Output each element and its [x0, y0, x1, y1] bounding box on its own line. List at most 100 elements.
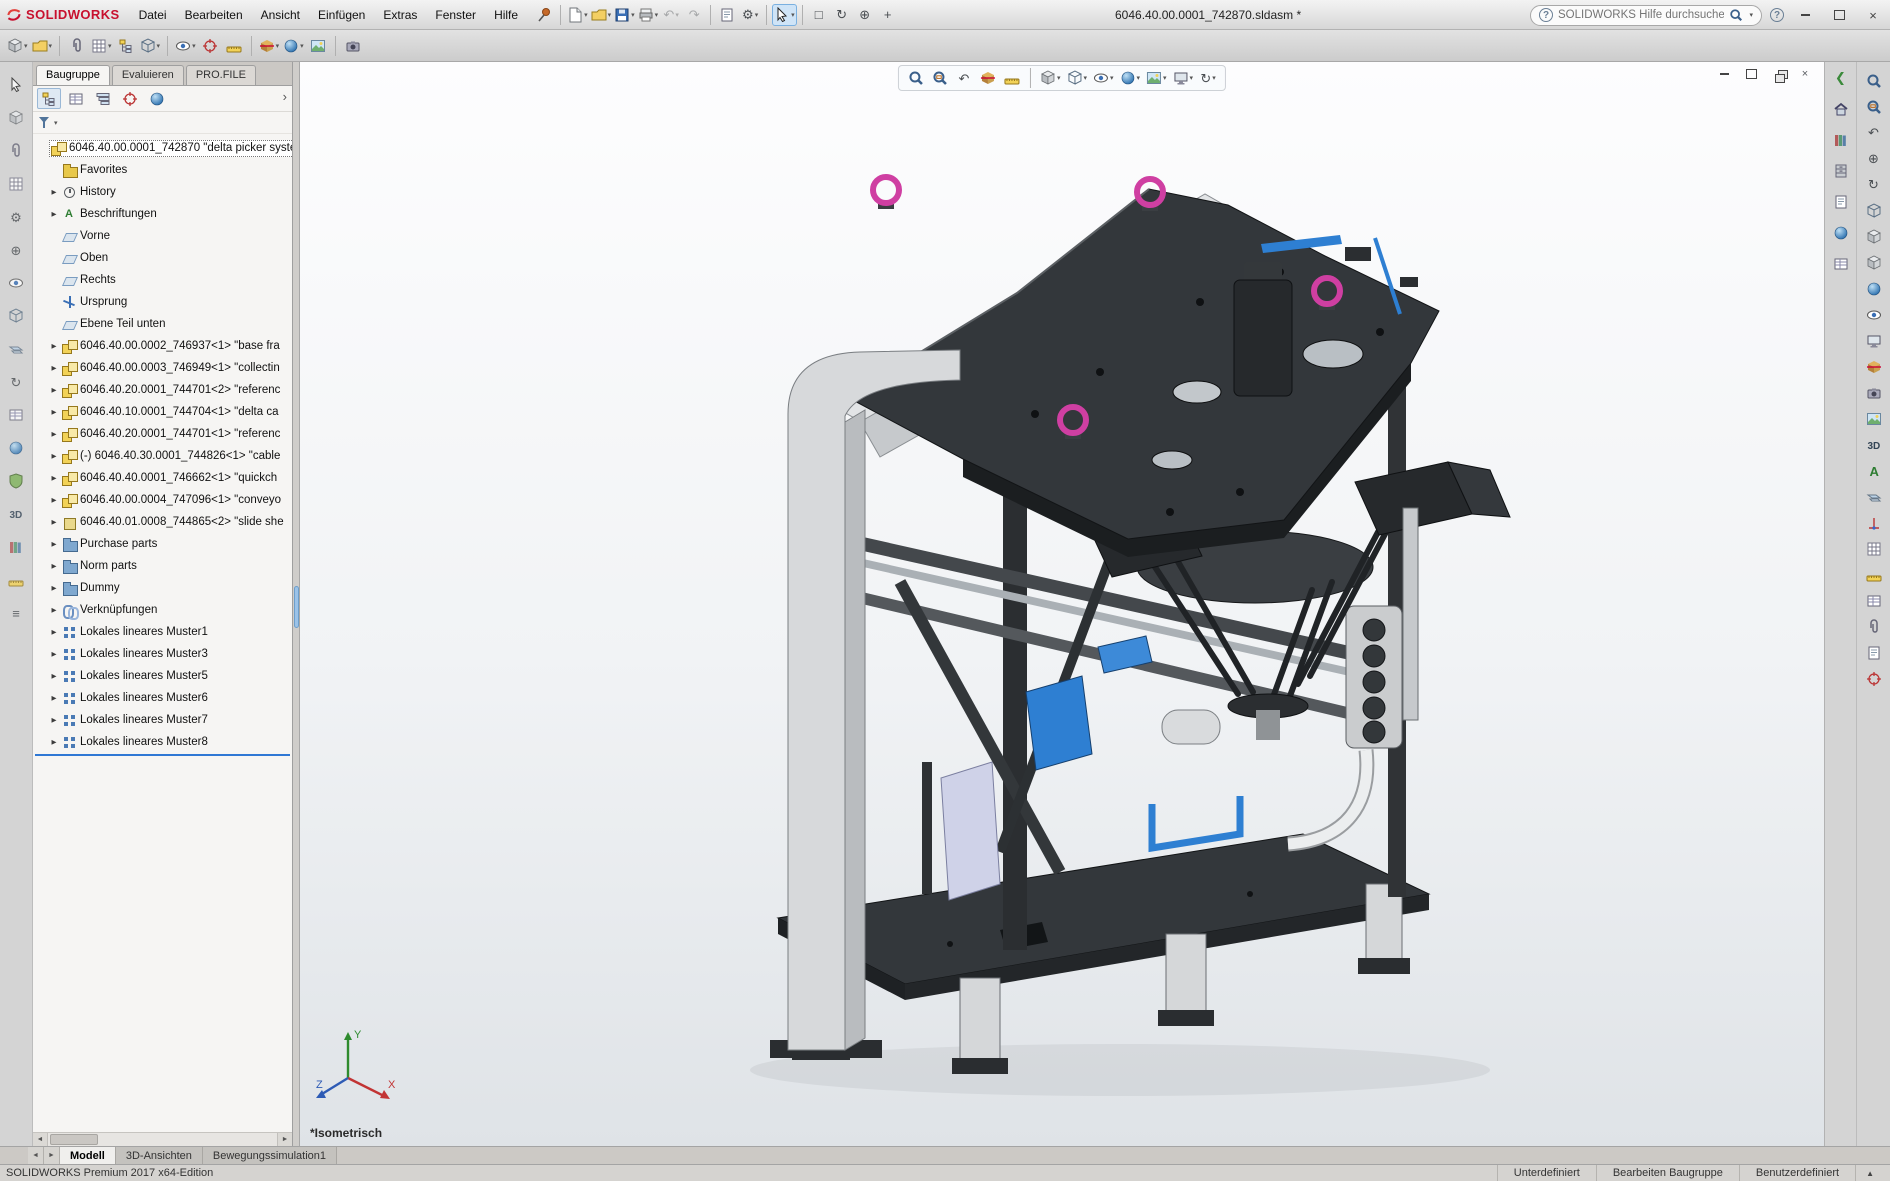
tab-evaluieren[interactable]: Evaluieren: [112, 65, 184, 85]
rt-zoom-area-button[interactable]: [1863, 96, 1884, 117]
search-icon[interactable]: [1729, 8, 1743, 22]
model-base-table[interactable]: [778, 834, 1429, 1000]
collision-check-button[interactable]: [5, 536, 27, 558]
select-tool-button[interactable]: [5, 74, 27, 96]
expand-arrow-icon[interactable]: ▶: [49, 496, 59, 504]
undo-button[interactable]: ↶▾: [660, 4, 682, 26]
chevron-down-icon[interactable]: ▾: [608, 11, 612, 19]
move-component-button[interactable]: ⊕: [5, 239, 27, 261]
rt-previous-view-button[interactable]: ↶: [1863, 122, 1884, 143]
chevron-down-icon[interactable]: ▾: [1212, 74, 1216, 82]
tree-item[interactable]: ▶Verknüpfungen: [33, 599, 292, 621]
tab-modell[interactable]: Modell: [60, 1147, 116, 1164]
menu-einfuegen[interactable]: Einfügen: [309, 4, 374, 26]
expand-arrow-icon[interactable]: ▶: [49, 342, 59, 350]
measure-tool-button[interactable]: [5, 569, 27, 591]
reference-geometry-button[interactable]: [5, 338, 27, 360]
expand-arrow-icon[interactable]: ▶: [49, 738, 59, 746]
motion-study-button[interactable]: ↻: [5, 371, 27, 393]
file-properties-button[interactable]: [716, 4, 738, 26]
rt-shadows-button[interactable]: [1863, 304, 1884, 325]
snapshot-button[interactable]: [342, 35, 364, 57]
chevron-down-icon[interactable]: ▾: [54, 119, 58, 127]
mate-button[interactable]: [5, 140, 27, 162]
expand-arrow-icon[interactable]: ▶: [49, 584, 59, 592]
rt-3d-view-button[interactable]: [1863, 434, 1884, 455]
expand-arrow-icon[interactable]: ▶: [49, 716, 59, 724]
rt-hidden-lines-button[interactable]: [1863, 226, 1884, 247]
display-style-button[interactable]: ▾: [1065, 68, 1088, 88]
chevron-down-icon[interactable]: ▾: [1190, 74, 1194, 82]
tree-item[interactable]: ▶Lokales lineares Muster1: [33, 621, 292, 643]
expand-arrow-icon[interactable]: ▶: [49, 650, 59, 658]
close-button[interactable]: ×: [1860, 5, 1886, 25]
view-palette-tab[interactable]: [1830, 191, 1851, 212]
expand-arrow-icon[interactable]: ▶: [49, 562, 59, 570]
box-zoom-button[interactable]: □: [808, 4, 830, 26]
component-tree-button[interactable]: [115, 35, 137, 57]
measure-hud-button[interactable]: [1002, 68, 1022, 88]
expand-arrow-icon[interactable]: ▶: [49, 540, 59, 548]
help-button[interactable]: ?: [1770, 8, 1784, 22]
tab-scroll-left-icon[interactable]: ◄: [28, 1147, 44, 1164]
expand-arrow-icon[interactable]: ▶: [49, 210, 59, 218]
model-roller[interactable]: [1162, 710, 1220, 744]
expand-arrow-icon[interactable]: ▶: [49, 364, 59, 372]
rt-wireframe-button[interactable]: [1863, 200, 1884, 221]
tree-item[interactable]: ▶6046.40.10.0001_744704<1> "delta ca: [33, 401, 292, 423]
tree-horizontal-scrollbar[interactable]: ◄ ►: [33, 1132, 292, 1146]
rotate-view-hud-button[interactable]: ↻▾: [1198, 68, 1218, 88]
chevron-down-icon[interactable]: ▾: [1137, 74, 1141, 82]
appearances-scenes-tab[interactable]: [1830, 222, 1851, 243]
tree-item[interactable]: ▶(-) 6046.40.30.0001_744826<1> "cable: [33, 445, 292, 467]
chevron-down-icon[interactable]: ▾: [631, 11, 635, 19]
zoom-target-button[interactable]: ⊕: [854, 4, 876, 26]
property-manager-tab[interactable]: [64, 88, 88, 109]
solidworks-resources-tab[interactable]: [1830, 98, 1851, 119]
file-explorer-tab[interactable]: [1830, 160, 1851, 181]
view-orientation-button[interactable]: ▾: [1039, 68, 1062, 88]
status-units[interactable]: Benutzerdefiniert: [1739, 1165, 1855, 1181]
exploded-view-button[interactable]: [5, 437, 27, 459]
attachments-button[interactable]: [66, 35, 88, 57]
model-motor-right[interactable]: [1355, 462, 1510, 535]
tab-bewegungssimulation[interactable]: Bewegungssimulation1: [203, 1147, 337, 1164]
minimize-button[interactable]: [1792, 5, 1818, 25]
panel-splitter[interactable]: [293, 62, 300, 1146]
zoom-to-area-button[interactable]: [930, 68, 950, 88]
rt-attach-button[interactable]: [1863, 616, 1884, 637]
rt-shaded-edges-button[interactable]: [1863, 252, 1884, 273]
custom-properties-tab[interactable]: [1830, 253, 1851, 274]
chevron-down-icon[interactable]: ▾: [1083, 74, 1087, 82]
linear-pattern-button[interactable]: [5, 173, 27, 195]
chevron-down-icon[interactable]: ▾: [1057, 74, 1061, 82]
rt-perspective-button[interactable]: [1863, 330, 1884, 351]
make-drawing-button[interactable]: ▾: [31, 35, 54, 57]
rt-camera-button[interactable]: [1863, 382, 1884, 403]
print-button[interactable]: ▾: [637, 4, 660, 26]
expand-arrow-icon[interactable]: ▶: [49, 672, 59, 680]
tree-item[interactable]: ▶Lokales lineares Muster8: [33, 731, 292, 753]
smart-fasteners-button[interactable]: ⚙: [5, 206, 27, 228]
tab-3d-ansichten[interactable]: 3D-Ansichten: [116, 1147, 203, 1164]
expand-arrow-icon[interactable]: ▶: [49, 606, 59, 614]
zoom-to-fit-button[interactable]: [906, 68, 926, 88]
model-right-rail[interactable]: [1403, 508, 1418, 720]
tree-item[interactable]: ▶Ursprung: [33, 291, 292, 313]
tree-item[interactable]: ▶6046.40.20.0001_744701<1> "referenc: [33, 423, 292, 445]
task-pane-expand-button[interactable]: ❮: [1830, 67, 1851, 88]
rt-sheet-button[interactable]: [1863, 642, 1884, 663]
display-manager-tab[interactable]: [145, 88, 169, 109]
tree-item[interactable]: ▶6046.40.00.0003_746949<1> "collectin: [33, 357, 292, 379]
rt-origin-display-button[interactable]: [1863, 512, 1884, 533]
design-table-button[interactable]: ▾: [90, 35, 113, 57]
rt-section-button[interactable]: [1863, 356, 1884, 377]
edit-component-button[interactable]: ▾: [6, 35, 29, 57]
tree-item[interactable]: ▶Lokales lineares Muster6: [33, 687, 292, 709]
instant3d-button[interactable]: [5, 503, 27, 525]
apply-scene-button[interactable]: ▾: [1145, 68, 1168, 88]
menu-pin-button[interactable]: [533, 4, 555, 26]
doc-close-button[interactable]: ×: [1796, 66, 1814, 82]
expand-arrow-icon[interactable]: ▶: [49, 628, 59, 636]
tree-item[interactable]: ▶History: [33, 181, 292, 203]
